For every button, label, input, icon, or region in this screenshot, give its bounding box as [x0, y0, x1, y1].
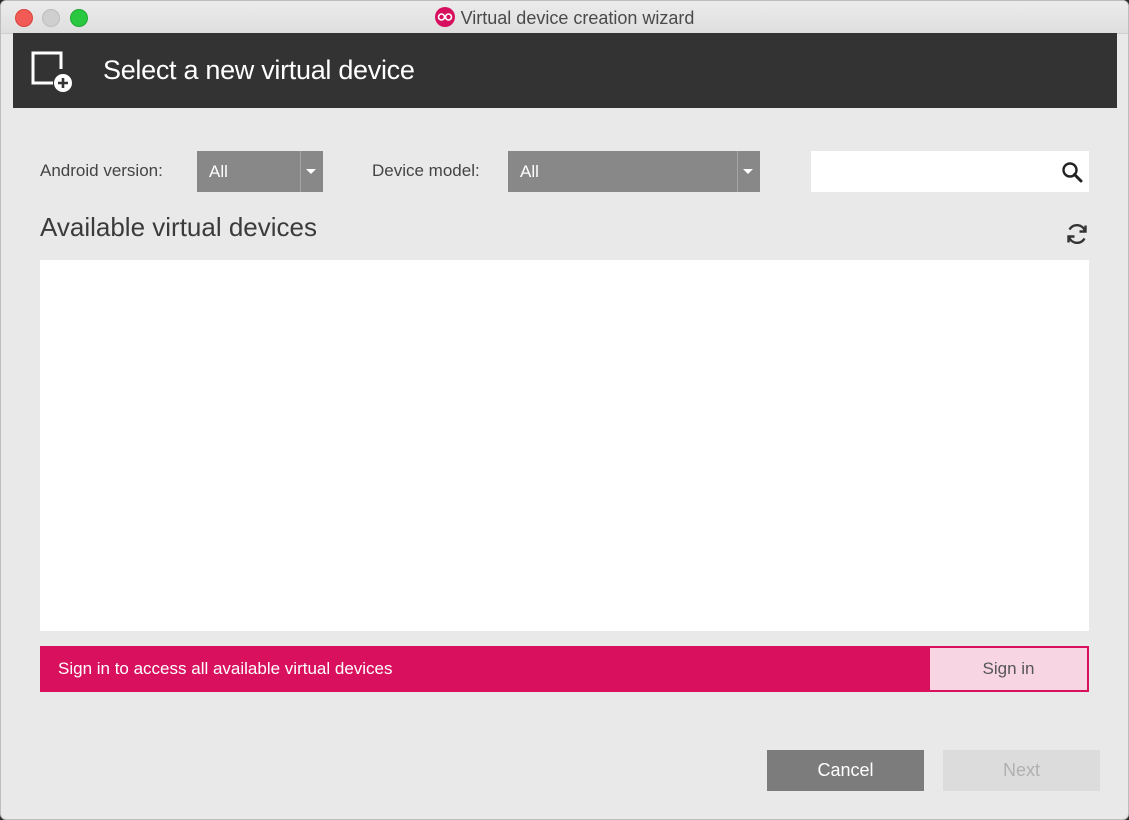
next-button[interactable]: Next — [943, 750, 1100, 791]
device-list[interactable] — [40, 260, 1089, 631]
search-input[interactable] — [811, 151, 1051, 192]
android-version-label: Android version: — [40, 161, 163, 180]
device-model-dropdown[interactable]: All — [508, 151, 760, 192]
signin-banner: Sign in to access all available virtual … — [40, 646, 1089, 692]
title-bar[interactable]: Virtual device creation wizard — [1, 1, 1128, 34]
device-model-dropdown-toggle[interactable] — [737, 151, 760, 192]
android-version-dropdown[interactable]: All — [197, 151, 323, 192]
chevron-down-icon — [306, 169, 316, 174]
wizard-header: Select a new virtual device — [13, 33, 1117, 108]
add-device-icon — [29, 49, 75, 100]
app-logo-icon — [434, 7, 455, 27]
signin-button[interactable]: Sign in — [930, 648, 1087, 690]
search-box[interactable] — [811, 151, 1089, 192]
search-icon[interactable] — [1061, 161, 1083, 188]
device-model-value: All — [520, 162, 539, 181]
refresh-icon[interactable] — [1064, 221, 1090, 252]
signin-message: Sign in to access all available virtual … — [58, 659, 393, 678]
wizard-window: Virtual device creation wizard Select a … — [0, 0, 1129, 820]
window-title: Virtual device creation wizard — [1, 7, 1128, 29]
chevron-down-icon — [743, 169, 753, 174]
cancel-button[interactable]: Cancel — [767, 750, 924, 791]
page-title: Select a new virtual device — [103, 55, 415, 85]
device-model-label: Device model: — [372, 161, 480, 180]
android-version-value: All — [209, 162, 228, 181]
window-title-text: Virtual device creation wizard — [460, 8, 695, 28]
available-devices-title: Available virtual devices — [40, 212, 317, 242]
android-version-dropdown-toggle[interactable] — [300, 151, 323, 192]
